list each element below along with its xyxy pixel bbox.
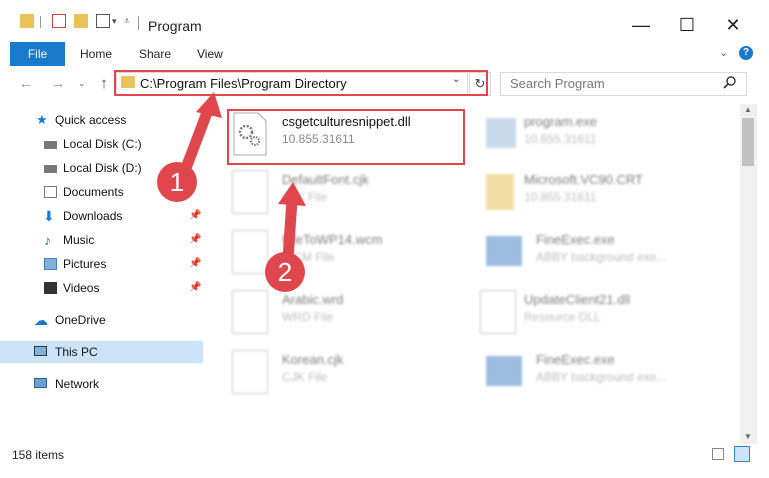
annotation-arrows bbox=[180, 92, 306, 264]
callout-step-1: 1 bbox=[157, 162, 197, 202]
callout-step-2: 2 bbox=[265, 252, 305, 292]
